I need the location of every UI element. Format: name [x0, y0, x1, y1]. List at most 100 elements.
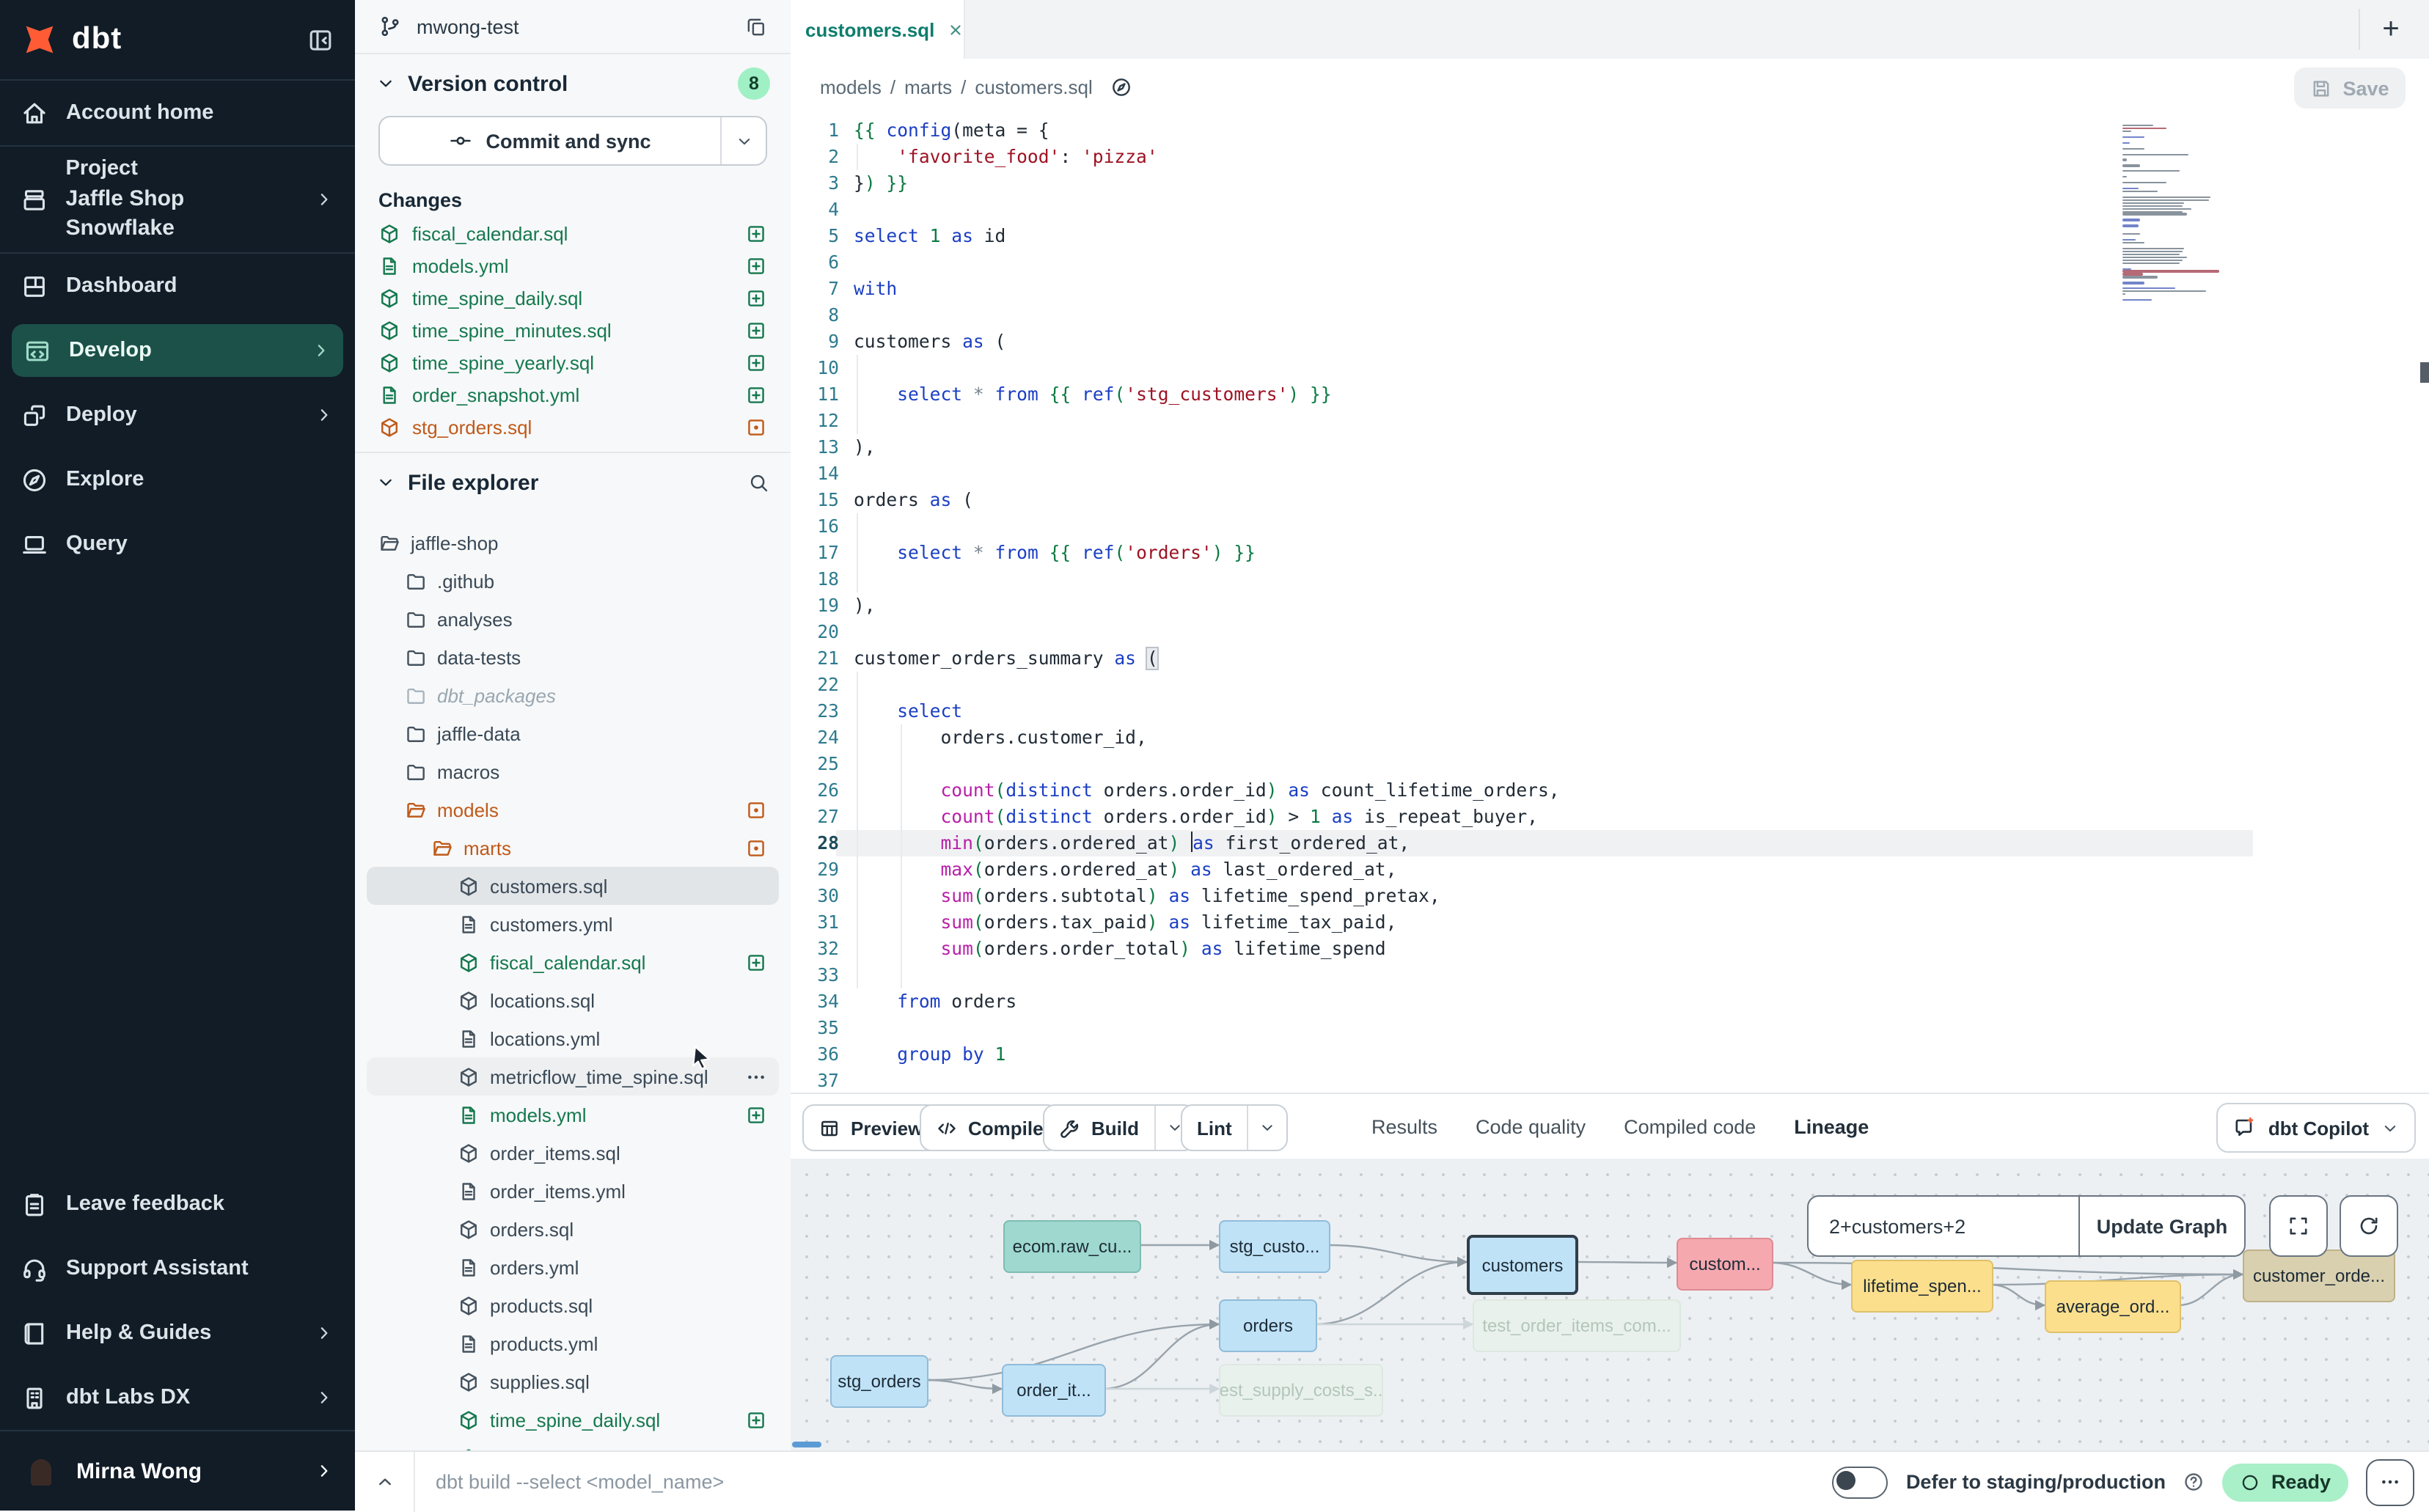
code-line-25[interactable]: 25 — [791, 751, 2429, 777]
command-input[interactable]: dbt build --select <model_name> — [436, 1471, 724, 1493]
dbt-copilot-button[interactable]: dbt Copilot — [2217, 1103, 2416, 1153]
lineage-node-stg_custo[interactable]: stg_custo... — [1219, 1220, 1330, 1273]
lineage-node-ecom[interactable]: ecom.raw_cu... — [1003, 1220, 1141, 1273]
sidebar-item-help-guides[interactable]: Help & Guides — [0, 1301, 355, 1365]
lineage-node-t_sc[interactable]: test_supply_costs_s... — [1219, 1364, 1383, 1417]
close-icon[interactable] — [946, 20, 965, 39]
help-icon[interactable] — [2183, 1471, 2205, 1493]
tree-item-data-tests[interactable]: data-tests — [367, 638, 779, 676]
tree-item-products.sql[interactable]: products.sql — [367, 1286, 779, 1324]
sidebar-item-develop[interactable]: Develop — [12, 324, 343, 377]
tree-item-products.yml[interactable]: products.yml — [367, 1324, 779, 1362]
changes-row[interactable]: models.yml — [355, 249, 791, 282]
sidebar-item-leave-feedback[interactable]: Leave feedback — [0, 1172, 355, 1236]
code-line-36[interactable]: 36 group by 1 — [791, 1041, 2429, 1068]
graph-search-input[interactable]: 2+customers+2 — [1809, 1215, 2078, 1237]
tab-lineage[interactable]: Lineage — [1794, 1090, 1869, 1163]
sidebar-item-account-home[interactable]: Account home — [0, 81, 355, 145]
sidebar-item-support-assistant[interactable]: Support Assistant — [0, 1236, 355, 1301]
lineage-node-customers[interactable]: customers — [1467, 1235, 1578, 1295]
tree-item-time_spine_daily.sql[interactable]: time_spine_daily.sql — [367, 1401, 779, 1439]
code-line-21[interactable]: 21customer_orders_summary as ( — [791, 645, 2429, 672]
tab-customers-sql[interactable]: customers.sql — [791, 0, 965, 59]
horizontal-scrollbar[interactable] — [792, 1442, 821, 1447]
sidebar-item-deploy[interactable]: Deploy — [0, 383, 355, 447]
tree-item-analyses[interactable]: analyses — [367, 600, 779, 638]
sidebar-item-explore[interactable]: Explore — [0, 447, 355, 512]
code-line-17[interactable]: 17 select * from {{ ref('orders') }} — [791, 540, 2429, 566]
code-editor[interactable]: 1{{ config(meta = {2 'favorite_food': 'p… — [791, 116, 2429, 1093]
code-line-18[interactable]: 18 — [791, 566, 2429, 592]
minimap[interactable] — [2122, 125, 2249, 330]
lineage-node-order_it[interactable]: order_it... — [1002, 1364, 1106, 1417]
code-line-23[interactable]: 23 select — [791, 698, 2429, 724]
commit-and-sync-main[interactable]: Commit and sync — [380, 117, 720, 164]
tree-item-orders.yml[interactable]: orders.yml — [367, 1248, 779, 1286]
tab-compiled-code[interactable]: Compiled code — [1624, 1090, 1756, 1163]
code-line-11[interactable]: 11 select * from {{ ref('stg_customers')… — [791, 381, 2429, 408]
defer-toggle[interactable] — [1833, 1466, 1888, 1498]
code-line-35[interactable]: 35 — [791, 1015, 2429, 1041]
code-line-22[interactable]: 22 — [791, 672, 2429, 698]
code-line-9[interactable]: 9customers as ( — [791, 329, 2429, 355]
tree-item-customers.yml[interactable]: customers.yml — [367, 905, 779, 943]
code-line-10[interactable]: 10 — [791, 355, 2429, 381]
tree-item-order_items.yml[interactable]: order_items.yml — [367, 1172, 779, 1210]
changes-row[interactable]: fiscal_calendar.sql — [355, 217, 791, 249]
tree-item-order_items.sql[interactable]: order_items.sql — [367, 1134, 779, 1172]
code-line-34[interactable]: 34 from orders — [791, 988, 2429, 1015]
tree-item-metricflow_time_spine.sql[interactable]: metricflow_time_spine.sql — [367, 1057, 779, 1096]
collapse-sidebar-button[interactable] — [307, 26, 334, 54]
commit-options-button[interactable] — [720, 117, 766, 164]
tree-item-jaffle-data[interactable]: jaffle-data — [367, 714, 779, 752]
tree-item-marts[interactable]: marts — [367, 829, 779, 867]
build-button[interactable]: Build — [1043, 1104, 1195, 1151]
lineage-node-orders[interactable]: orders — [1219, 1299, 1317, 1352]
commit-and-sync-button[interactable]: Commit and sync — [378, 116, 767, 166]
compass-icon[interactable] — [1110, 76, 1132, 98]
code-line-16[interactable]: 16 — [791, 513, 2429, 540]
editor-scrollbar[interactable] — [2420, 362, 2429, 383]
tab-code-quality[interactable]: Code quality — [1476, 1090, 1586, 1163]
tree-item-dbt_packages[interactable]: dbt_packages — [367, 676, 779, 714]
code-line-15[interactable]: 15orders as ( — [791, 487, 2429, 513]
lineage-node-custom[interactable]: custom... — [1677, 1238, 1773, 1291]
code-line-27[interactable]: 27 count(distinct orders.order_id) > 1 a… — [791, 804, 2429, 830]
tree-item-supplies.sql[interactable]: supplies.sql — [367, 1362, 779, 1401]
code-line-14[interactable]: 14 — [791, 460, 2429, 487]
lineage-panel[interactable]: ecom.raw_cu... stg_custo... customers order… — [791, 1159, 2429, 1450]
file-explorer-header[interactable]: File explorer — [355, 453, 791, 512]
code-line-26[interactable]: 26 count(distinct orders.order_id) as co… — [791, 777, 2429, 804]
sidebar-item-query[interactable]: Query — [0, 512, 355, 576]
expand-command-bar-button[interactable] — [355, 1471, 414, 1493]
tree-item-locations.yml[interactable]: locations.yml — [367, 1019, 779, 1057]
code-line-29[interactable]: 29 max(orders.ordered_at) as last_ordere… — [791, 856, 2429, 883]
refresh-button[interactable] — [2340, 1195, 2398, 1257]
lineage-node-t_oi[interactable]: test_order_items_com... — [1473, 1299, 1681, 1352]
changes-row[interactable]: stg_orders.sql — [355, 411, 791, 443]
copy-icon[interactable] — [745, 15, 767, 37]
changes-row[interactable]: order_snapshot.yml — [355, 378, 791, 411]
code-line-37[interactable]: 37 — [791, 1068, 2429, 1093]
lineage-node-stg_orders[interactable]: stg_orders — [830, 1355, 928, 1408]
update-graph-button[interactable]: Update Graph — [2078, 1197, 2244, 1255]
fullscreen-button[interactable] — [2269, 1195, 2328, 1257]
tree-item-customers.sql[interactable]: customers.sql — [367, 867, 779, 905]
tree-item-macros[interactable]: macros — [367, 752, 779, 790]
compile-button[interactable]: Compile — [920, 1104, 1060, 1151]
more-options-button[interactable] — [2366, 1458, 2414, 1505]
lineage-node-cust_orde[interactable]: customer_orde... — [2243, 1249, 2395, 1302]
sidebar-item-dashboard[interactable]: Dashboard — [0, 254, 355, 318]
code-line-20[interactable]: 20 — [791, 619, 2429, 645]
save-button[interactable]: Save — [2294, 67, 2406, 109]
tree-item-jaffle-shop[interactable]: jaffle-shop — [367, 524, 779, 562]
sidebar-item-dbt-labs-dx[interactable]: dbt Labs DX — [0, 1365, 355, 1430]
tab-results[interactable]: Results — [1371, 1090, 1437, 1163]
tree-item-time_spine_minutes.sql[interactable]: time_spine_minutes.sql — [367, 1439, 779, 1450]
code-line-31[interactable]: 31 sum(orders.tax_paid) as lifetime_tax_… — [791, 909, 2429, 936]
code-line-19[interactable]: 19), — [791, 592, 2429, 619]
sidebar-item-project[interactable]: ProjectJaffle Shop Snowflake — [0, 147, 355, 252]
tree-item-models.yml[interactable]: models.yml — [367, 1096, 779, 1134]
branch-row[interactable]: mwong-test — [355, 0, 791, 54]
tree-item-.github[interactable]: .github — [367, 562, 779, 600]
